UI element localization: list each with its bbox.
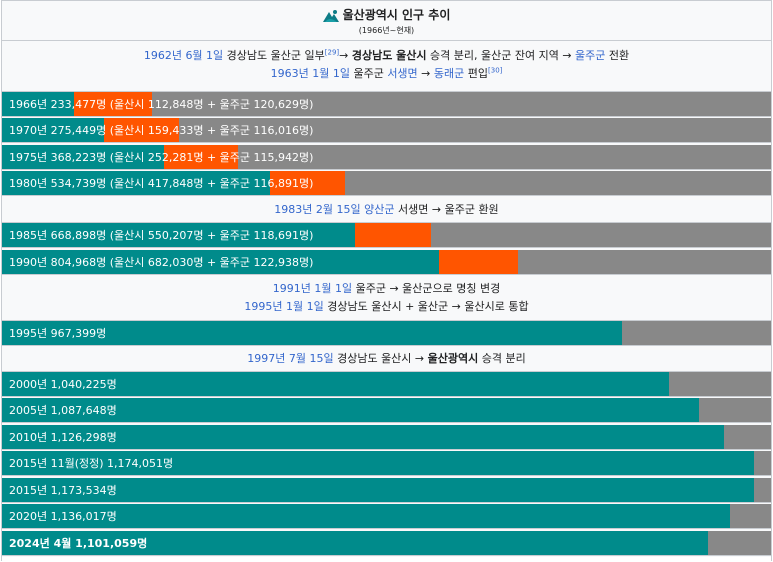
- note-line: 1983년 2월 15일 양산군 서생면 → 울주군 환원: [2, 201, 771, 219]
- dongnae-county-link[interactable]: 동래군: [434, 67, 464, 80]
- note-line: 1962년 6월 1일 경상남도 울산군 일부[29]→ 경상남도 울산시 승격…: [2, 47, 771, 65]
- population-bar-row: 1975년 368,223명 (울산시 252,281명 + 울주군 115,9…: [2, 145, 771, 170]
- history-note-1962: 1962년 6월 1일 경상남도 울산군 일부[29]→ 경상남도 울산시 승격…: [2, 41, 771, 92]
- note-text: →: [417, 67, 434, 80]
- history-note-1997: 1997년 7월 15일 경상남도 울산시 → 울산광역시 승격 분리: [2, 347, 771, 372]
- bar-label: 1995년 967,399명: [9, 327, 107, 340]
- note-line: 1995년 1월 1일 경상남도 울산시 + 울산군 → 울산시로 통합: [2, 298, 771, 316]
- bar-label: 2005년 1,087,648명: [9, 404, 117, 417]
- note-bold-text: 경상남도 울산시: [351, 49, 427, 62]
- bar-label: 1990년 804,968명 (울산시 682,030명 + 울주군 122,9…: [9, 256, 314, 269]
- population-bar-row: 2010년 1,126,298명: [2, 425, 771, 450]
- table-bottom: [2, 557, 771, 562]
- bar-label: 2015년 1,173,534명: [9, 484, 117, 497]
- population-bar-row: 2015년 11월(정정) 1,174,051명: [2, 451, 771, 476]
- population-bar-row: 2020년 1,136,017명: [2, 504, 771, 529]
- history-note-1983: 1983년 2월 15일 양산군 서생면 → 울주군 환원: [2, 198, 771, 223]
- county-bar: [439, 250, 518, 274]
- note-line: 1991년 1월 1일 울주군 → 울산군으로 명칭 변경: [2, 280, 771, 298]
- note-text: →: [339, 49, 352, 62]
- population-bar-row: 1990년 804,968명 (울산시 682,030명 + 울주군 122,9…: [2, 250, 771, 275]
- note-text: 전환: [605, 49, 630, 62]
- note-bold-text: 울산광역시: [427, 352, 479, 365]
- title-text: 울산광역시 인구 추이: [342, 8, 451, 22]
- note-text: 서생면 → 울주군 환원: [394, 203, 499, 216]
- date-link-1995[interactable]: 1995년 1월 1일: [244, 300, 323, 313]
- bar-label: 2015년 11월(정정) 1,174,051명: [9, 457, 174, 470]
- population-bar-row: 1985년 668,898명 (울산시 550,207명 + 울주군 118,6…: [2, 223, 771, 248]
- bar-label: 1975년 368,223명 (울산시 252,281명 + 울주군 115,9…: [9, 151, 314, 164]
- date-link-1962[interactable]: 1962년 6월 1일: [144, 49, 223, 62]
- population-bar-row: 2005년 1,087,648명: [2, 398, 771, 423]
- note-line: 1963년 1월 1일 울주군 서생면 → 동래군 편입[30]: [2, 65, 771, 83]
- bar-label: 2020년 1,136,017명: [9, 510, 117, 523]
- yangsan-county-link[interactable]: 양산군: [364, 203, 394, 216]
- bar-label: 1980년 534,739명 (울산시 417,848명 + 울주군 116,8…: [9, 177, 314, 190]
- bar-label: 2000년 1,040,225명: [9, 378, 117, 391]
- bar-label: 2010년 1,126,298명: [9, 431, 117, 444]
- date-link-1963[interactable]: 1963년 1월 1일: [271, 67, 350, 80]
- bar-label: 2024년 4월 1,101,059명: [9, 537, 148, 550]
- reference-link-30[interactable]: [30]: [488, 66, 502, 74]
- note-text: 울주군: [349, 67, 388, 80]
- note-line: 1997년 7월 15일 경상남도 울산시 → 울산광역시 승격 분리: [2, 350, 771, 368]
- history-note-1991: 1991년 1월 1일 울주군 → 울산군으로 명칭 변경 1995년 1월 1…: [2, 276, 771, 321]
- note-text: 승격 분리, 울산군 잔여 지역 →: [426, 49, 576, 62]
- date-link-1991[interactable]: 1991년 1월 1일: [273, 282, 352, 295]
- date-link-1983[interactable]: 1983년 2월 15일: [274, 203, 360, 216]
- table-title: 울산광역시 인구 추이: [2, 6, 771, 23]
- bar-label: 1985년 668,898명 (울산시 550,207명 + 울주군 118,6…: [9, 229, 314, 242]
- bar-label: 1966년 233,477명 (울산시 112,848명 + 울주군 120,6…: [9, 98, 314, 111]
- county-bar: [354, 223, 431, 247]
- note-text: 경상남도 울산시 + 울산군 → 울산시로 통합: [323, 300, 529, 313]
- population-bar-row: 2015년 1,173,534명: [2, 478, 771, 503]
- table-header: 울산광역시 인구 추이 (1966년~현재): [2, 1, 771, 41]
- seosaeng-link[interactable]: 서생면: [387, 67, 417, 80]
- note-text: 승격 분리: [478, 352, 526, 365]
- population-bar-row: 2024년 4월 1,101,059명: [2, 531, 771, 556]
- ulju-county-link[interactable]: 울주군: [575, 49, 605, 62]
- bar-label: 1970년 275,449명 (울산시 159,433명 + 울주군 116,0…: [9, 124, 314, 137]
- table-subtitle: (1966년~현재): [358, 26, 415, 35]
- date-link-1997[interactable]: 1997년 7월 15일: [247, 352, 333, 365]
- note-text: 경상남도 울산시 →: [333, 352, 428, 365]
- population-bar-row: 1970년 275,449명 (울산시 159,433명 + 울주군 116,0…: [2, 118, 771, 143]
- population-bar-row: 1980년 534,739명 (울산시 417,848명 + 울주군 116,8…: [2, 171, 771, 196]
- population-bar-row: 1995년 967,399명: [2, 321, 771, 346]
- population-bar-row: 1966년 233,477명 (울산시 112,848명 + 울주군 120,6…: [2, 92, 771, 117]
- ulsan-logo-icon: [322, 9, 339, 22]
- note-text: 울주군 → 울산군으로 명칭 변경: [352, 282, 501, 295]
- note-text: 편입: [464, 67, 489, 80]
- population-table: 울산광역시 인구 추이 (1966년~현재) 1962년 6월 1일 경상남도 …: [1, 0, 772, 562]
- note-text: 경상남도 울산군 일부: [223, 49, 325, 62]
- population-bar-row: 2000년 1,040,225명: [2, 372, 771, 397]
- reference-link-29[interactable]: [29]: [325, 48, 339, 56]
